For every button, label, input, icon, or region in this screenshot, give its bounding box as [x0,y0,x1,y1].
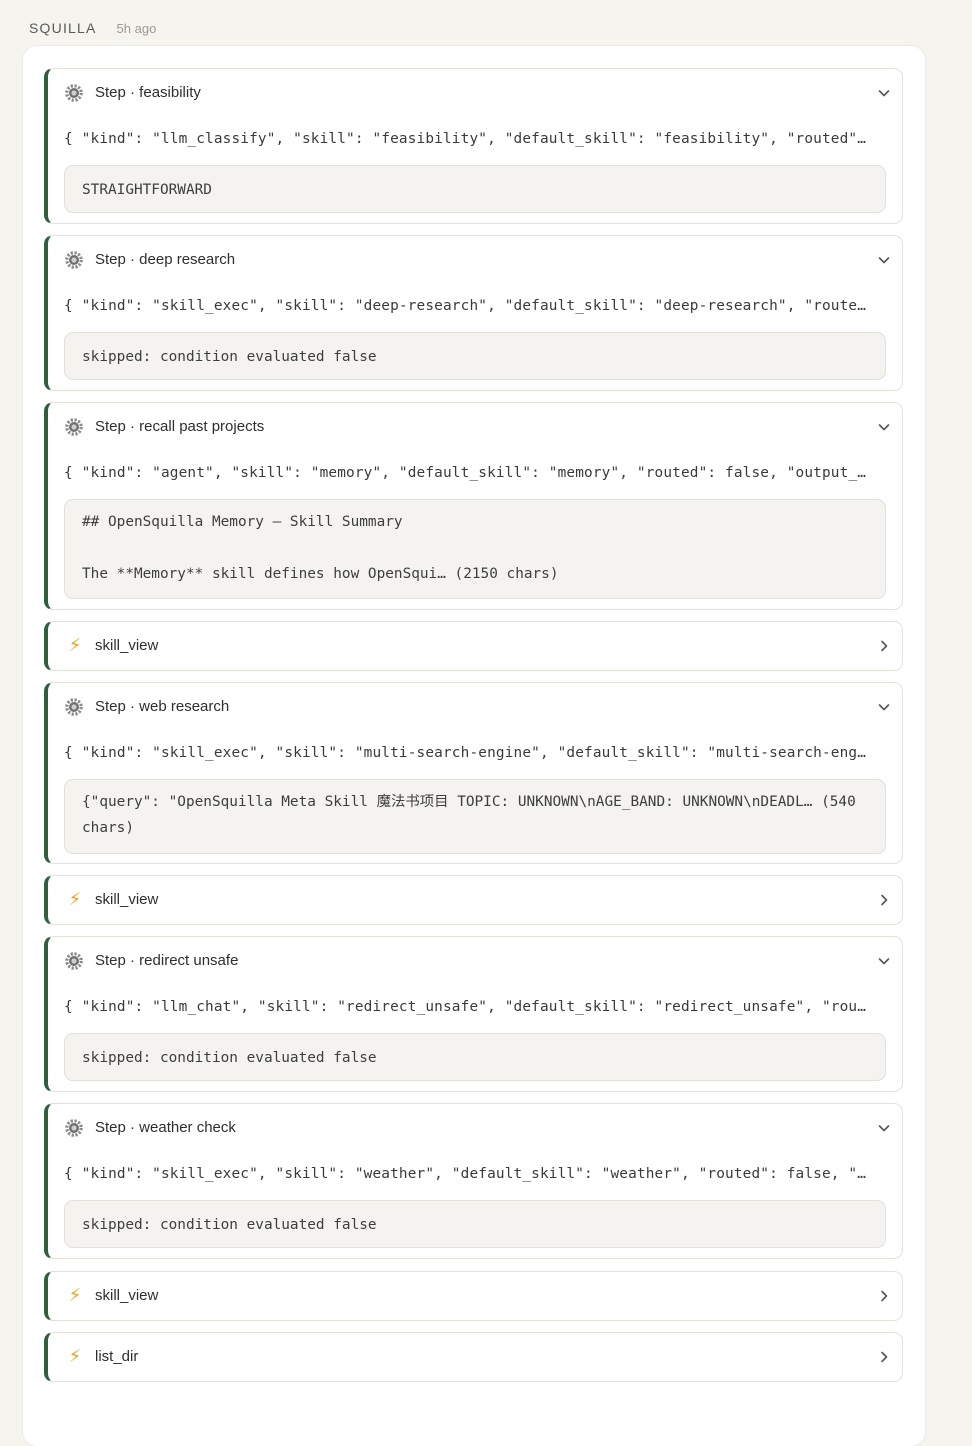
step-title: Step · weather check [95,1119,236,1136]
step-output: skipped: condition evaluated false [64,1200,886,1248]
tool-title: list_dir [95,1348,139,1365]
chevron-down-icon[interactable] [876,699,892,715]
step-output: skipped: condition evaluated false [64,1033,886,1081]
step-header[interactable]: Step · web research [48,683,902,731]
bolt-icon: ⚡ [68,889,82,909]
step-title: Step · redirect unsafe [95,952,239,969]
chevron-down-icon[interactable] [876,953,892,969]
timestamp: 5h ago [116,21,157,36]
bolt-icon: ⚡ [68,1285,82,1305]
step-title: Step · feasibility [95,84,201,101]
gear-icon [65,84,83,102]
step-json: { "kind": "skill_exec", "skill": "weathe… [64,1166,867,1182]
tool-title: skill_view [95,1287,159,1304]
step-title: Step · web research [95,698,230,715]
step-title: Step · deep research [95,251,236,268]
chevron-down-icon[interactable] [876,85,892,101]
chevron-right-icon[interactable] [876,638,892,654]
gear-icon [65,251,83,269]
step-card-weather-check: Step · weather check { "kind": "skill_ex… [44,1103,903,1259]
gear-icon [65,1119,83,1137]
step-card-feasibility: Step · feasibility { "kind": "llm_classi… [44,68,903,224]
tool-title: skill_view [95,891,159,908]
step-header[interactable]: Step · redirect unsafe [48,937,902,985]
gear-icon [65,952,83,970]
bolt-icon: ⚡ [68,1346,82,1366]
chevron-down-icon[interactable] [876,252,892,268]
tool-card-skill-view[interactable]: ⚡ skill_view [44,1271,903,1321]
step-header[interactable]: Step · weather check [48,1104,902,1152]
step-card-recall-past-projects: Step · recall past projects { "kind": "a… [44,402,903,610]
step-output: STRAIGHTFORWARD [64,165,886,213]
step-json: { "kind": "skill_exec", "skill": "multi-… [64,745,867,761]
chevron-right-icon[interactable] [876,892,892,908]
step-card-web-research: Step · web research { "kind": "skill_exe… [44,682,903,864]
step-header[interactable]: Step · feasibility [48,69,902,117]
tool-card-skill-view[interactable]: ⚡ skill_view [44,875,903,925]
step-title: Step · recall past projects [95,418,265,435]
step-json: { "kind": "skill_exec", "skill": "deep-r… [64,298,867,314]
tool-title: skill_view [95,637,159,654]
gear-icon [65,418,83,436]
step-json: { "kind": "llm_classify", "skill": "feas… [64,131,867,147]
gear-icon [65,698,83,716]
step-card-deep-research: Step · deep research { "kind": "skill_ex… [44,235,903,391]
bolt-icon: ⚡ [68,635,82,655]
chevron-down-icon[interactable] [876,1120,892,1136]
step-json: { "kind": "agent", "skill": "memory", "d… [64,465,867,481]
chevron-right-icon[interactable] [876,1288,892,1304]
tool-card-skill-view[interactable]: ⚡ skill_view [44,621,903,671]
step-header[interactable]: Step · deep research [48,236,902,284]
message-header: SQUILLA 5h ago [29,20,156,36]
step-card-redirect-unsafe: Step · redirect unsafe { "kind": "llm_ch… [44,936,903,1092]
chevron-down-icon[interactable] [876,419,892,435]
step-output: {"query": "OpenSquilla Meta Skill 魔法书项目 … [64,779,886,854]
chevron-right-icon[interactable] [876,1349,892,1365]
step-header[interactable]: Step · recall past projects [48,403,902,451]
sender-name: SQUILLA [29,20,97,36]
step-output: ## OpenSquilla Memory — Skill Summary Th… [64,499,886,599]
step-json: { "kind": "llm_chat", "skill": "redirect… [64,999,867,1015]
step-output: skipped: condition evaluated false [64,332,886,380]
tool-card-list-dir[interactable]: ⚡ list_dir [44,1332,903,1382]
